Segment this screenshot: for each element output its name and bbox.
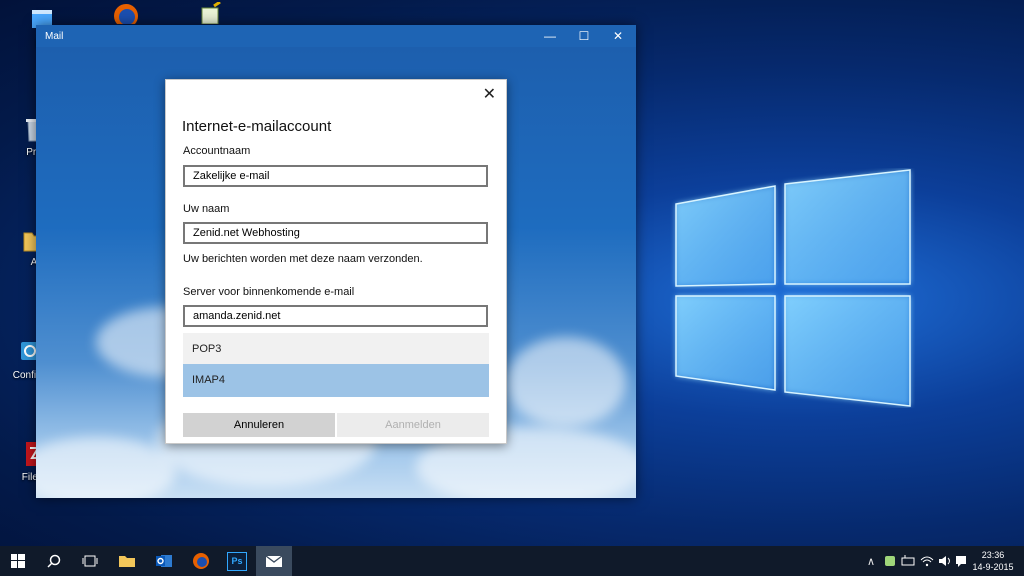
account-name-input[interactable]: Zakelijke e-mail bbox=[183, 165, 488, 187]
option-pop3[interactable]: POP3 bbox=[183, 333, 489, 366]
tray-app-icon[interactable] bbox=[881, 546, 899, 576]
taskbar: Ps ∧ 23:36 14-9-2015 bbox=[0, 546, 1024, 576]
file-explorer-button[interactable] bbox=[109, 546, 145, 576]
close-window-button[interactable]: ✕ bbox=[601, 25, 635, 47]
file-explorer-icon bbox=[119, 556, 135, 567]
taskbar-clock[interactable]: 23:36 14-9-2015 bbox=[964, 549, 1022, 573]
show-hidden-icons-button[interactable]: ∧ bbox=[862, 546, 880, 576]
incoming-server-label: Server voor binnenkomende e-mail bbox=[183, 286, 355, 298]
photoshop-icon: Ps bbox=[227, 551, 247, 571]
task-view-button[interactable] bbox=[72, 546, 108, 576]
network-device-icon bbox=[901, 555, 915, 566]
wifi-icon bbox=[920, 556, 934, 567]
cancel-button[interactable]: Annuleren bbox=[183, 413, 335, 437]
mail-window-title: Mail bbox=[45, 31, 64, 42]
clock-time: 23:36 bbox=[981, 550, 1005, 560]
volume-icon bbox=[939, 556, 950, 566]
your-name-helper-text: Uw berichten worden met deze naam verzon… bbox=[183, 253, 423, 265]
wifi-button[interactable] bbox=[918, 546, 936, 576]
firefox-icon bbox=[193, 553, 209, 569]
maximize-button[interactable]: ☐ bbox=[567, 25, 601, 47]
minimize-button[interactable]: — bbox=[533, 25, 567, 47]
mail-taskbar-button[interactable] bbox=[256, 546, 292, 576]
your-name-label: Uw naam bbox=[183, 203, 230, 215]
option-imap4[interactable]: IMAP4 bbox=[183, 364, 489, 397]
clock-date: 14-9-2015 bbox=[972, 562, 1014, 572]
sign-in-button[interactable]: Aanmelden bbox=[337, 413, 489, 437]
cloud-shape bbox=[36, 437, 176, 498]
dialog-heading: Internet-e-mailaccount bbox=[182, 118, 332, 135]
tray-network-device-icon[interactable] bbox=[899, 546, 917, 576]
outlook-button[interactable] bbox=[146, 546, 182, 576]
firefox-taskbar-button[interactable] bbox=[183, 546, 219, 576]
internet-email-account-dialog: ✕ Internet-e-mailaccount Accountnaam Zak… bbox=[165, 79, 507, 444]
windows-logo-wallpaper bbox=[670, 168, 915, 408]
incoming-server-input[interactable]: amanda.zenid.net bbox=[183, 305, 488, 327]
tray-app-icon bbox=[885, 556, 895, 566]
outlook-icon bbox=[156, 555, 172, 567]
volume-button[interactable] bbox=[936, 546, 954, 576]
mail-titlebar[interactable]: Mail — ☐ ✕ bbox=[36, 25, 636, 47]
account-name-label: Accountnaam bbox=[183, 145, 251, 157]
search-button[interactable] bbox=[36, 546, 72, 576]
start-button[interactable] bbox=[0, 546, 36, 576]
cloud-shape bbox=[506, 337, 626, 427]
photoshop-button[interactable]: Ps bbox=[219, 546, 255, 576]
your-name-input[interactable]: Zenid.net Webhosting bbox=[183, 222, 488, 244]
task-view-icon bbox=[82, 555, 98, 567]
dialog-close-button[interactable]: ✕ bbox=[483, 84, 496, 104]
start-icon bbox=[11, 554, 25, 568]
search-icon bbox=[47, 554, 61, 568]
mail-icon bbox=[265, 555, 283, 567]
